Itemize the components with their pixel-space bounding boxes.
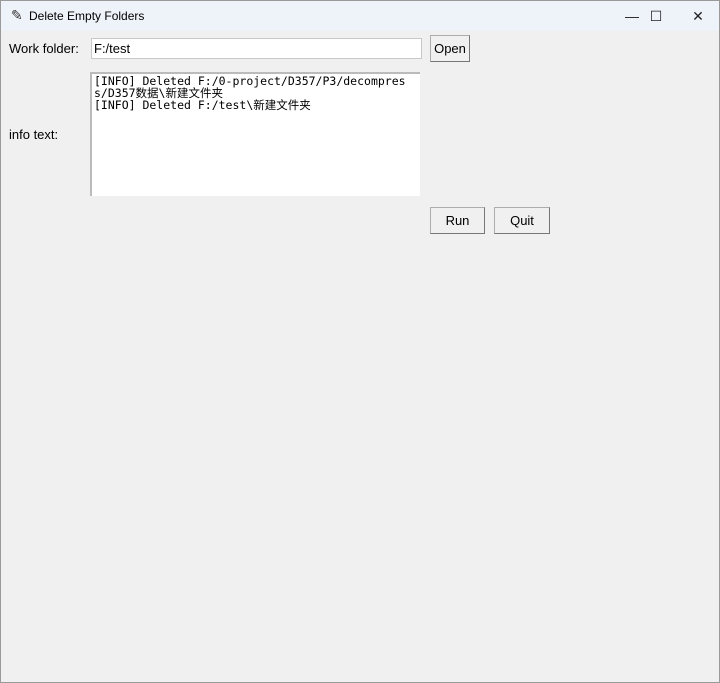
feather-icon: ✎ bbox=[11, 7, 23, 23]
open-button[interactable]: Open bbox=[430, 35, 470, 62]
quit-button[interactable]: Quit bbox=[494, 207, 550, 234]
app-window: ✎ Delete Empty Folders — ☐ ✕ Work folder… bbox=[0, 0, 720, 683]
close-button[interactable]: ✕ bbox=[675, 1, 720, 31]
title-bar: ✎ Delete Empty Folders — ☐ ✕ bbox=[1, 1, 719, 31]
work-folder-input[interactable]: F:/test bbox=[91, 38, 422, 59]
work-folder-label: Work folder: bbox=[9, 41, 79, 56]
window-title: Delete Empty Folders bbox=[29, 9, 145, 23]
maximize-button[interactable]: ☐ bbox=[633, 1, 679, 31]
run-button[interactable]: Run bbox=[430, 207, 485, 234]
info-textbox[interactable]: [INFO] Deleted F:/0-project/D357/P3/deco… bbox=[90, 72, 420, 196]
info-text-label: info text: bbox=[9, 127, 59, 142]
